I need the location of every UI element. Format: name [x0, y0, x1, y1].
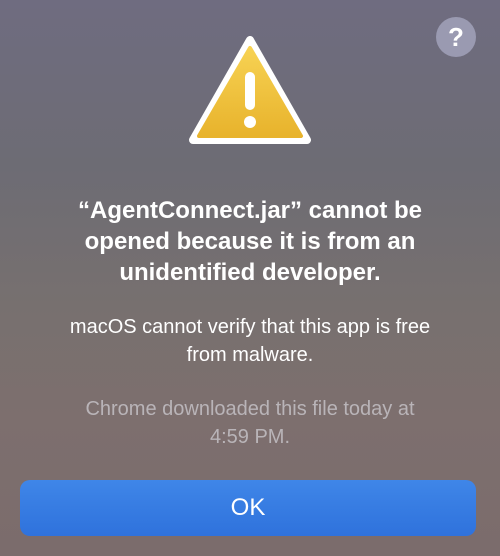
help-icon: ?	[448, 21, 464, 52]
alert-title-line: “AgentConnect.jar” cannot be	[77, 197, 423, 224]
alert-title: “AgentConnect.jar” cannot be opened beca…	[20, 195, 480, 288]
download-info-line: 4:59 PM.	[209, 426, 291, 448]
warning-triangle-icon	[189, 36, 311, 144]
help-button[interactable]: ?	[436, 17, 476, 57]
alert-message-line: macOS cannot verify that this app is fre…	[69, 316, 431, 338]
alert-title-line: unidentified developer.	[119, 259, 381, 286]
ok-button[interactable]: OK	[20, 480, 476, 536]
alert-message: macOS cannot verify that this app is fre…	[20, 313, 480, 369]
alert-message-line: from malware.	[186, 344, 314, 366]
download-info: Chrome downloaded this file today at 4:5…	[20, 395, 480, 451]
gatekeeper-alert-dialog: ? “AgentConnect.jar” cannot be opened be…	[0, 0, 500, 556]
alert-title-line: opened because it is from an	[84, 228, 416, 255]
download-info-line: Chrome downloaded this file today at	[85, 398, 415, 420]
ok-button-label: OK	[230, 494, 266, 521]
